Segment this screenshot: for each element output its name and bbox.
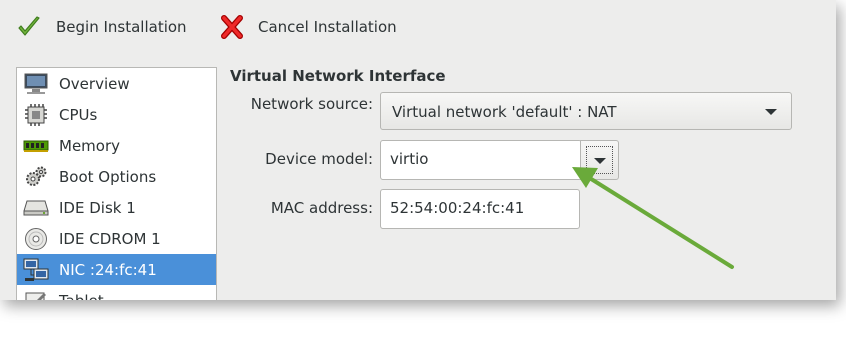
begin-installation-label: Begin Installation xyxy=(56,18,187,36)
network-source-combo[interactable]: Virtual network 'default' : NAT xyxy=(380,92,792,130)
sidebar-item-ide-disk-1[interactable]: IDE Disk 1 xyxy=(17,192,216,223)
cancel-installation-button[interactable]: Cancel Installation xyxy=(220,10,397,44)
monitor-icon xyxy=(23,72,49,96)
annotation-arrow-icon xyxy=(572,167,734,269)
sidebar-item-overview[interactable]: Overview xyxy=(17,68,216,99)
sidebar-item-boot-options[interactable]: Boot Options xyxy=(17,161,216,192)
cdrom-icon xyxy=(23,227,49,251)
sidebar-item-label: Tablet xyxy=(59,292,104,301)
device-model-label: Device model: xyxy=(265,150,373,168)
hardware-list: Overview CPUs Memory Boot Options IDE Di… xyxy=(16,67,217,300)
sidebar-item-label: CPUs xyxy=(59,105,98,124)
add-hardware-window: Begin Installation Cancel Installation O… xyxy=(0,0,836,300)
sidebar-item-ide-cdrom-1[interactable]: IDE CDROM 1 xyxy=(17,223,216,254)
sidebar-item-label: IDE CDROM 1 xyxy=(59,229,161,248)
sidebar-item-label: Boot Options xyxy=(59,167,157,186)
sidebar-item-label: NIC :24:fc:41 xyxy=(59,260,157,279)
sidebar-item-tablet[interactable]: Tablet xyxy=(17,285,216,300)
begin-installation-button[interactable]: Begin Installation xyxy=(16,10,187,44)
chevron-down-icon xyxy=(765,109,777,115)
memory-icon xyxy=(23,134,49,158)
toolbar: Begin Installation Cancel Installation xyxy=(0,0,836,55)
network-source-label: Network source: xyxy=(250,95,373,113)
mac-address-input[interactable]: 52:54:00:24:fc:41 xyxy=(380,189,580,229)
tablet-icon xyxy=(23,289,49,300)
sidebar-item-label: Overview xyxy=(59,74,130,93)
cpu-icon xyxy=(23,103,49,127)
network-icon xyxy=(23,258,49,282)
gears-icon xyxy=(23,165,49,189)
device-model-input[interactable]: virtio xyxy=(380,140,582,180)
sidebar-item-nic[interactable]: NIC :24:fc:41 xyxy=(17,254,216,285)
cancel-x-icon xyxy=(220,14,244,40)
network-source-value: Virtual network 'default' : NAT xyxy=(392,103,617,121)
mac-address-label: MAC address: xyxy=(270,199,373,217)
sidebar-item-label: Memory xyxy=(59,136,121,155)
sidebar-item-label: IDE Disk 1 xyxy=(59,198,136,217)
section-title: Virtual Network Interface xyxy=(230,67,446,85)
checkmark-icon xyxy=(16,14,42,40)
sidebar-item-memory[interactable]: Memory xyxy=(17,130,216,161)
cancel-installation-label: Cancel Installation xyxy=(258,18,397,36)
sidebar-item-cpus[interactable]: CPUs xyxy=(17,99,216,130)
disk-icon xyxy=(23,196,49,220)
